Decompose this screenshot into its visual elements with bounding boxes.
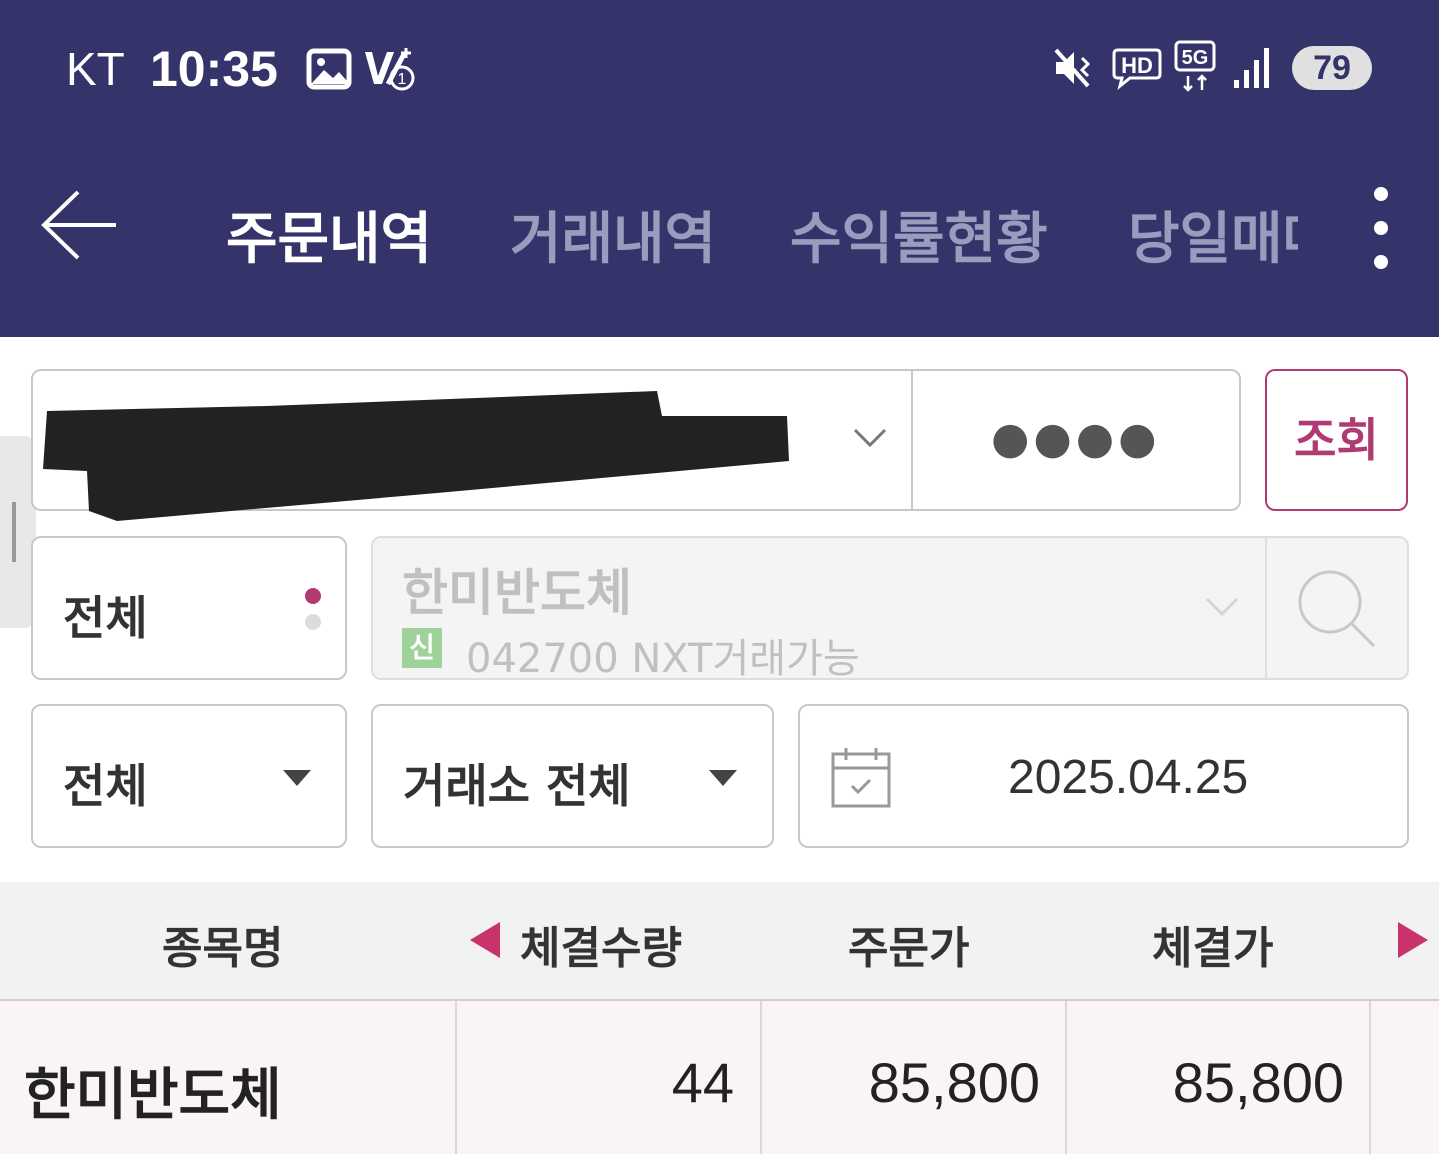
scroll-left-icon[interactable] [468, 920, 502, 960]
more-options-icon[interactable] [1366, 180, 1396, 276]
status-bar: KT 10:35 1 HD 5G 79 [0, 30, 1439, 110]
calendar-icon [831, 748, 891, 808]
row-exec-qty: 44 [671, 1051, 734, 1114]
tab-daily-trade[interactable]: 당일매매 [1128, 207, 1298, 272]
pager-dots-icon [305, 588, 321, 630]
redacted-account [43, 391, 789, 521]
tab-order-history[interactable]: 주문내역 [226, 194, 432, 275]
col-exec-qty: 체결수량 [520, 923, 682, 974]
5g-icon: 5G [1174, 40, 1216, 92]
divider [1265, 538, 1267, 678]
gallery-icon [306, 48, 352, 90]
password-field[interactable]: ●●●● [911, 369, 1241, 511]
tab-return-status[interactable]: 수익률현황 [790, 194, 1048, 275]
svg-text:5G: 5G [1182, 47, 1209, 69]
row-stock-name: 한미반도체 [24, 1063, 282, 1128]
column-divider [1369, 1001, 1371, 1154]
dropdown-triangle-icon [709, 770, 737, 786]
nav-bar: 주문내역 거래내역 수익률현황 당일매매 [0, 170, 1439, 280]
search-button[interactable]: 조회 [1265, 369, 1408, 511]
account-select[interactable] [31, 369, 913, 521]
svg-text:1: 1 [398, 71, 407, 88]
password-mask: ●●●● [991, 413, 1161, 464]
col-stock-name: 종목명 [162, 923, 284, 974]
exchange-value: 거래소 전체 [403, 759, 631, 813]
tab-daily-trade-clip: 당일매매 [1128, 194, 1298, 275]
column-divider [760, 1001, 762, 1154]
exchange-select[interactable]: 거래소 전체 [371, 704, 774, 848]
col-exec-price: 체결가 [1152, 923, 1274, 974]
trade-type-value: 전체 [63, 759, 148, 813]
carrier-label: KT [66, 43, 125, 95]
back-arrow-icon[interactable] [40, 190, 120, 260]
chevron-down-icon [1205, 597, 1239, 617]
stock-code-info: 042700 NXT거래가능 [466, 636, 860, 682]
table-header: 종목명 체결수량 주문가 체결가 [0, 882, 1439, 1001]
row-order-price: 85,800 [868, 1051, 1040, 1114]
trade-type-select[interactable]: 전체 [31, 704, 347, 848]
col-order-price: 주문가 [848, 923, 970, 974]
clock: 10:35 [150, 41, 278, 97]
credit-badge: 신 [402, 628, 442, 668]
order-type-value: 전체 [63, 591, 148, 645]
volte-icon: 1 [365, 48, 415, 91]
chevron-down-icon [853, 428, 887, 448]
order-type-select[interactable]: 전체 [31, 536, 347, 680]
scroll-right-icon[interactable] [1396, 920, 1430, 960]
column-divider [455, 1001, 457, 1154]
signal-icon [1234, 48, 1269, 88]
app-header: KT 10:35 1 HD 5G 79 주문내역 거래내역 수익률현황 당일매 [0, 0, 1439, 337]
column-divider [1065, 1001, 1067, 1154]
dropdown-triangle-icon [283, 770, 311, 786]
handle-grip [12, 502, 16, 562]
search-icon[interactable] [1296, 568, 1378, 650]
date-value: 2025.04.25 [1008, 751, 1249, 804]
row-exec-price: 85,800 [1172, 1051, 1344, 1114]
stock-name: 한미반도체 [402, 564, 632, 622]
svg-text:HD: HD [1121, 53, 1153, 78]
mute-vibrate-icon [1054, 48, 1091, 88]
battery-indicator: 79 [1292, 46, 1372, 90]
hd-voice-icon: HD [1112, 48, 1162, 90]
tab-trade-history[interactable]: 거래내역 [510, 194, 716, 275]
